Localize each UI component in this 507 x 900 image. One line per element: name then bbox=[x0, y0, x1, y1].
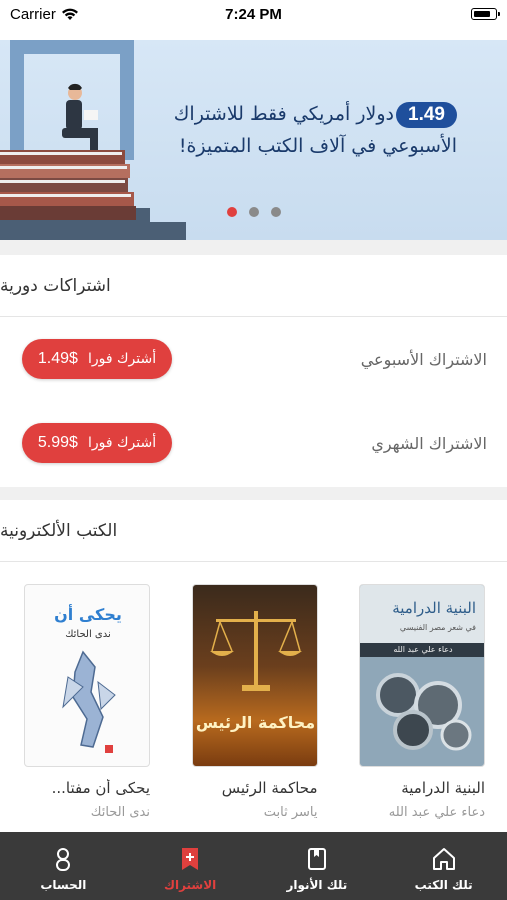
subscribe-button-label: أشترك فورا bbox=[87, 351, 157, 367]
tab-books[interactable]: تلك الكتب bbox=[389, 832, 499, 900]
cover-art bbox=[376, 673, 472, 751]
book-cover[interactable]: يحكى أن ندى الحائك bbox=[24, 584, 150, 767]
publisher-logo bbox=[105, 745, 113, 753]
cover-title-text: يحكى أن bbox=[54, 605, 122, 624]
subscription-row-weekly: أشترك فورا 1.49$ الاشتراك الأسبوعي bbox=[0, 317, 507, 401]
tab-lights[interactable]: تلك الأنوار bbox=[262, 832, 372, 900]
cover-subtitle-text: في شعر مصر الفنيسي bbox=[399, 623, 476, 632]
person-icon bbox=[56, 848, 71, 871]
book-card[interactable]: محاكمة الرئيس محاكمة الرئيس ياسر ثابت bbox=[191, 584, 318, 820]
book-title: يحكى أن مفتا... bbox=[51, 779, 150, 797]
home-icon bbox=[432, 848, 455, 870]
subscription-label: الاشتراك الأسبوعي bbox=[360, 349, 487, 369]
carousel-dot[interactable] bbox=[227, 207, 237, 217]
tab-label: الاشتراك bbox=[163, 878, 217, 892]
clock: 7:24 PM bbox=[225, 6, 282, 23]
tab-label: تلك الكتب bbox=[414, 878, 473, 892]
tab-account[interactable]: الحساب bbox=[8, 832, 118, 900]
book-title: البنية الدرامية bbox=[401, 779, 485, 797]
subscribe-price: 1.49$ bbox=[37, 350, 78, 367]
cover-author-text: دعاء علي عبد الله bbox=[360, 643, 484, 657]
banner-line-1: دولار أمريكي فقط للاشتراك bbox=[173, 103, 395, 125]
subscribe-weekly-button[interactable]: أشترك فورا 1.49$ bbox=[22, 339, 172, 379]
scales-of-justice-art bbox=[209, 611, 302, 691]
book-card[interactable]: يحكى أن ندى الحائك يحكى أن مفتا... ندى ا… bbox=[24, 584, 150, 820]
subscribe-button-label: أشترك فورا bbox=[87, 435, 157, 451]
book-author: دعاء علي عبد الله bbox=[388, 805, 485, 820]
book-author: ياسر ثابت bbox=[263, 805, 318, 820]
banner-line-2: الأسبوعي في آلاف الكتب المتميزة! bbox=[178, 135, 457, 157]
tab-bar: تلك الكتب تلك الأنوار الاشتراك الحساب bbox=[0, 832, 507, 900]
ebooks-title: الكتب الألكترونية bbox=[0, 500, 507, 562]
subscriptions-title: اشتراكات دورية bbox=[0, 255, 507, 317]
book-card[interactable]: البنية الدرامية في شعر مصر الفنيسي دعاء … bbox=[359, 584, 485, 820]
cover-subtitle-text: ندى الحائك bbox=[65, 629, 111, 640]
book-cover[interactable]: البنية الدرامية في شعر مصر الفنيسي دعاء … bbox=[359, 584, 485, 767]
bookmark-plus-icon bbox=[182, 848, 199, 870]
tab-subscription[interactable]: الاشتراك bbox=[135, 832, 245, 900]
banner-price: 1.49 bbox=[396, 102, 457, 128]
book-author: ندى الحائك bbox=[90, 805, 150, 820]
carousel-dot[interactable] bbox=[249, 207, 259, 217]
status-bar: Carrier 7:24 PM bbox=[0, 0, 507, 40]
cover-art bbox=[62, 650, 116, 748]
subscription-label: الاشتراك الشهري bbox=[371, 433, 487, 453]
battery-icon bbox=[471, 8, 500, 20]
book-cover[interactable]: محاكمة الرئيس bbox=[191, 584, 318, 767]
book-title: محاكمة الرئيس bbox=[221, 779, 318, 797]
banner-headline: 1.49دولار أمريكي فقط للاشتراك الأسبوعي ف… bbox=[97, 98, 457, 162]
carousel-dots[interactable] bbox=[227, 207, 281, 217]
cover-title-text: البنية الدرامية bbox=[392, 599, 476, 617]
subscriptions-section: اشتراكات دورية أشترك فورا 1.49$ الاشتراك… bbox=[0, 255, 507, 487]
cover-title-text: محاكمة الرئيس bbox=[195, 713, 316, 732]
subscription-row-monthly: أشترك فورا 5.99$ الاشتراك الشهري bbox=[0, 401, 507, 485]
ebooks-section: الكتب الألكترونية البنية الدرامية في شعر… bbox=[0, 500, 507, 832]
tab-label: الحساب bbox=[40, 878, 87, 892]
carousel-dot[interactable] bbox=[271, 207, 281, 217]
subscribe-monthly-button[interactable]: أشترك فورا 5.99$ bbox=[22, 423, 172, 463]
tab-label: تلك الأنوار bbox=[286, 878, 348, 892]
subscribe-price: 5.99$ bbox=[37, 434, 78, 451]
book-icon bbox=[307, 848, 326, 870]
